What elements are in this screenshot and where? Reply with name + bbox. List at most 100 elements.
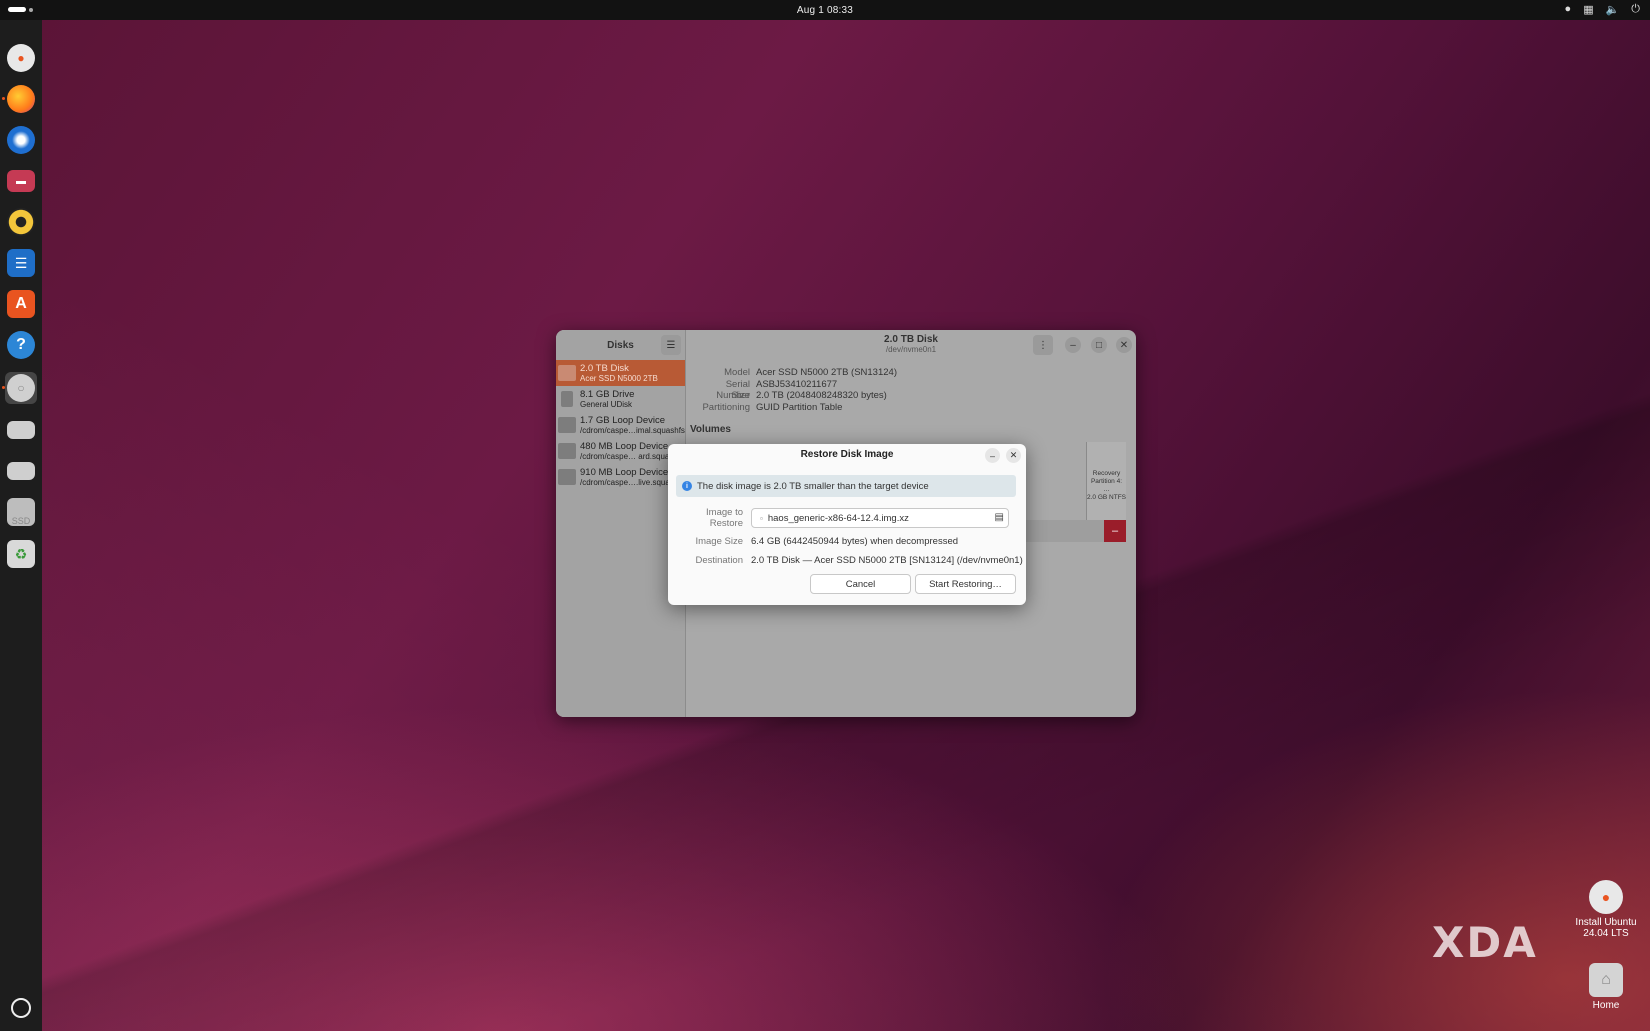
sidebar-header: Disks ☰ bbox=[556, 330, 685, 360]
main-menu-button[interactable]: ☰ bbox=[661, 335, 681, 355]
drive-icon bbox=[558, 443, 576, 459]
dialog-title: Restore Disk Image bbox=[800, 449, 894, 460]
drive-options-button[interactable]: ⋮ bbox=[1033, 335, 1053, 355]
volume-partition-label: Partition 4: … bbox=[1090, 478, 1123, 493]
window-header: 2.0 TB Disk /dev/nvme0n1 ⋮ – □ ✕ bbox=[686, 330, 1136, 360]
volume-label: Recovery bbox=[1092, 470, 1121, 477]
file-icon: ▫ bbox=[760, 513, 763, 523]
volume-icon[interactable]: 🔈 bbox=[1606, 3, 1620, 16]
workspace-indicator bbox=[29, 7, 33, 12]
drive-name: 8.1 GB Drive bbox=[580, 389, 635, 400]
drive-list-item[interactable]: 8.1 GB Drive General UDisk bbox=[556, 386, 685, 412]
dock-item-drive-1[interactable] bbox=[5, 414, 37, 446]
volumes-heading: Volumes bbox=[690, 424, 731, 435]
dock-item-firefox[interactable] bbox=[2, 83, 37, 115]
property-key: Partitioning bbox=[702, 401, 750, 413]
dock-item-drive-2[interactable] bbox=[5, 455, 37, 487]
dock-item-ssd[interactable]: SSD bbox=[5, 496, 37, 528]
writer-icon: ☰ bbox=[7, 249, 35, 277]
drive-icon bbox=[558, 469, 576, 485]
drive-detail: /cdrom/caspe….live.squa bbox=[580, 478, 670, 487]
thunderbird-icon bbox=[7, 126, 35, 154]
dock-item-install-ubuntu[interactable]: ● bbox=[5, 42, 37, 74]
desktop-install-ubuntu[interactable]: ● Install Ubuntu 24.04 LTS bbox=[1571, 880, 1641, 939]
volume-size-label: 2.0 GB NTFS bbox=[1087, 494, 1127, 501]
drive-detail: Acer SSD N5000 2TB bbox=[580, 374, 658, 383]
image-size-value: 6.4 GB (6442450944 bytes) when decompres… bbox=[751, 536, 959, 547]
image-to-restore-label: Image to Restore bbox=[706, 507, 743, 529]
system-tray[interactable]: ● ▦ 🔈 ⏻ bbox=[1565, 3, 1640, 16]
running-indicator bbox=[2, 97, 5, 100]
close-icon: ✕ bbox=[1119, 339, 1129, 351]
minimize-icon: – bbox=[989, 450, 995, 461]
usb-drive-icon bbox=[561, 391, 573, 407]
volume-partition-4[interactable]: Recovery Partition 4: … 2.0 GB NTFS bbox=[1086, 442, 1126, 520]
dialog-close-button[interactable]: ✕ bbox=[1006, 448, 1021, 463]
ssd-icon: SSD bbox=[7, 498, 35, 526]
restore-disk-image-dialog: Restore Disk Image – ✕ i The disk image … bbox=[668, 444, 1026, 605]
destination-label: Destination bbox=[695, 555, 743, 566]
delete-partition-button[interactable]: – bbox=[1104, 520, 1126, 542]
drive-icon bbox=[7, 421, 35, 439]
dock-item-thunderbird[interactable] bbox=[5, 124, 37, 156]
dock-item-app-center[interactable]: A bbox=[5, 288, 37, 320]
image-file-chooser[interactable]: ▫ haos_generic-x86-64-12.4.img.xz ▤ bbox=[751, 508, 1009, 528]
drive-list-item[interactable]: 2.0 TB Disk Acer SSD N5000 2TB bbox=[556, 360, 685, 386]
maximize-icon: □ bbox=[1095, 339, 1103, 351]
property-key: Model bbox=[724, 367, 750, 378]
open-file-icon[interactable]: ▤ bbox=[995, 512, 1004, 523]
show-apps-icon bbox=[11, 998, 31, 1018]
drive-list-item[interactable]: 1.7 GB Loop Device/cdrom/caspe…imal.squa… bbox=[556, 412, 685, 438]
property-value: Acer SSD N5000 2TB (SN13124) bbox=[756, 367, 897, 378]
minus-icon: – bbox=[1111, 525, 1119, 537]
show-apps-button[interactable] bbox=[5, 992, 37, 1024]
image-size-row: Image Size 6.4 GB (6442450944 bytes) whe… bbox=[676, 536, 958, 547]
dock-item-writer[interactable]: ☰ bbox=[5, 247, 37, 279]
activities-indicator[interactable] bbox=[8, 7, 33, 12]
minimize-button[interactable]: – bbox=[1065, 337, 1081, 353]
drive-icon bbox=[558, 417, 576, 433]
start-restoring-button[interactable]: Start Restoring… bbox=[915, 574, 1016, 594]
destination-row: Destination 2.0 TB Disk — Acer SSD N5000… bbox=[676, 555, 1022, 566]
files-icon: ▬ bbox=[7, 170, 35, 192]
dock-item-help[interactable]: ? bbox=[5, 329, 37, 361]
desktop-home[interactable]: ⌂ Home bbox=[1571, 963, 1641, 1011]
property-row: Model Acer SSD N5000 2TB (SN13124) bbox=[690, 367, 897, 379]
install-ubuntu-label: Install Ubuntu bbox=[1575, 917, 1637, 928]
drive-name: 480 MB Loop Device bbox=[580, 441, 669, 452]
property-row: Size 2.0 TB (2048408248320 bytes) bbox=[690, 390, 897, 402]
cancel-button[interactable]: Cancel bbox=[810, 574, 911, 594]
power-icon[interactable]: ⏻ bbox=[1631, 3, 1640, 16]
rhythmbox-icon bbox=[7, 208, 35, 236]
minimize-icon: – bbox=[1070, 339, 1076, 351]
home-label: Home bbox=[1592, 1000, 1620, 1011]
trash-icon: ♻ bbox=[7, 540, 35, 568]
dock-item-files[interactable]: ▬ bbox=[5, 165, 37, 197]
app-center-icon: A bbox=[7, 290, 35, 318]
drive-detail: General UDisk bbox=[580, 400, 633, 409]
top-bar: Aug 1 08:33 ● ▦ 🔈 ⏻ bbox=[0, 0, 1650, 20]
maximize-button[interactable]: □ bbox=[1091, 337, 1107, 353]
dock-item-rhythmbox[interactable] bbox=[5, 206, 37, 238]
drive-name: 910 MB Loop Device bbox=[580, 467, 669, 478]
network-icon[interactable]: ▦ bbox=[1583, 3, 1593, 16]
accessibility-icon[interactable]: ● bbox=[1565, 3, 1572, 16]
help-icon: ? bbox=[7, 331, 35, 359]
image-file-name: haos_generic-x86-64-12.4.img.xz bbox=[767, 512, 909, 524]
dock-item-trash[interactable]: ♻ bbox=[5, 538, 37, 570]
property-key: Serial Number bbox=[716, 378, 750, 401]
drive-list-item[interactable]: 480 MB Loop Device/cdrom/caspe… ard.squa bbox=[556, 438, 685, 464]
dock: ● ▬ ☰ A ? ○ SSD ♻ bbox=[0, 20, 42, 1031]
dialog-minimize-button[interactable]: – bbox=[985, 448, 1000, 463]
disks-icon: ○ bbox=[7, 374, 35, 402]
property-row: Partitioning GUID Partition Table bbox=[690, 402, 897, 414]
close-icon: ✕ bbox=[1009, 450, 1018, 460]
drive-list-item[interactable]: 910 MB Loop Device/cdrom/caspe….live.squ… bbox=[556, 464, 685, 490]
drive-detail: /cdrom/caspe… ard.squa bbox=[580, 452, 670, 461]
clock[interactable]: Aug 1 08:33 bbox=[797, 5, 853, 16]
dock-item-disks[interactable]: ○ bbox=[2, 372, 37, 404]
image-to-restore-row: Image to Restore ▫ haos_generic-x86-64-1… bbox=[676, 507, 1009, 529]
close-button[interactable]: ✕ bbox=[1116, 337, 1132, 353]
property-value: ASBJ53410211677 bbox=[756, 378, 838, 390]
drive-properties: Model Acer SSD N5000 2TB (SN13124) Serial… bbox=[690, 367, 897, 413]
